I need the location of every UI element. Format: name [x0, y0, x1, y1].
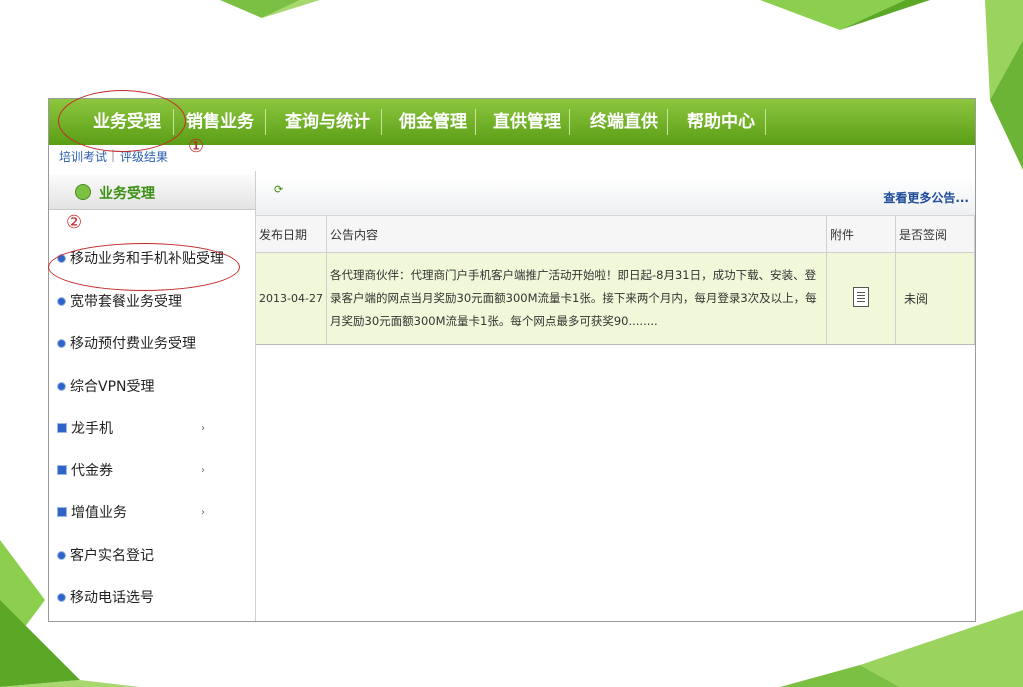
nav-separator	[569, 109, 570, 135]
play-circle-icon	[75, 184, 91, 200]
column-header: 发布日期	[256, 216, 327, 253]
highlight-ellipse-nav	[58, 90, 186, 152]
sidebar-item-label: 龙手机	[71, 421, 113, 437]
dot-bullet-icon	[57, 381, 66, 391]
sidebar-item-label: 移动电话选号	[70, 590, 154, 606]
table-header-row: 发布日期 公告内容 附件 是否签阅	[256, 216, 975, 253]
dot-bullet-icon	[57, 338, 66, 348]
attachment-cell	[826, 252, 896, 345]
notice-header: ⟳ 查看更多公告...	[256, 177, 975, 216]
subnav-training-link[interactable]: 培训考试	[59, 148, 107, 165]
notice-panel: ⟳ 查看更多公告... 发布日期 公告内容 附件 是否签阅 2013-04-27…	[256, 171, 975, 621]
square-bullet-icon	[57, 507, 67, 517]
nav-separator	[765, 109, 766, 135]
sidebar-item-dragon-phone[interactable]: 龙手机	[57, 418, 113, 440]
submenu-arrow-icon: ›	[201, 507, 205, 518]
nav-item-help[interactable]: 帮助中心	[687, 108, 755, 136]
document-icon[interactable]	[853, 287, 869, 307]
sidebar-item-voucher[interactable]: 代金券	[57, 460, 113, 482]
sidebar-item-broadband[interactable]: 宽带套餐业务受理	[57, 291, 182, 313]
sidebar-item-label: 代金券	[71, 463, 113, 479]
sidebar-item-label: 综合VPN受理	[70, 379, 155, 395]
notice-date: 2013-04-27	[256, 252, 327, 345]
sidebar-item-label: 宽带套餐业务受理	[70, 294, 182, 310]
dot-bullet-icon	[57, 550, 66, 560]
more-notices-link[interactable]: 查看更多公告...	[883, 189, 969, 206]
column-header: 附件	[826, 216, 896, 253]
nav-separator	[381, 109, 382, 135]
notice-table: 发布日期 公告内容 附件 是否签阅 2013-04-27 各代理商伙伴：代理商门…	[256, 216, 975, 345]
table-row[interactable]: 2013-04-27 各代理商伙伴：代理商门户手机客户端推广活动开始啦！即日起-…	[256, 252, 975, 345]
sidebar-item-label: 移动预付费业务受理	[70, 336, 196, 352]
submenu-arrow-icon: ›	[201, 423, 205, 434]
nav-item-commission[interactable]: 佣金管理	[399, 108, 467, 136]
nav-item-direct-supply[interactable]: 直供管理	[493, 108, 561, 136]
nav-item-terminal-supply[interactable]: 终端直供	[590, 108, 658, 136]
refresh-icon[interactable]: ⟳	[274, 183, 283, 196]
annotation-mark-2: ②	[66, 212, 83, 233]
sidebar-item-number-select[interactable]: 移动电话选号	[57, 587, 154, 609]
highlight-ellipse-menu	[48, 243, 240, 291]
dot-bullet-icon	[57, 296, 66, 306]
read-status: 未阅	[895, 252, 975, 345]
left-sidebar: 业务受理 移动业务和手机补贴受理 宽带套餐业务受理 移动预付费业务受理 综合VP…	[49, 171, 256, 621]
sidebar-item-vpn[interactable]: 综合VPN受理	[57, 376, 155, 398]
sidebar-item-value-added[interactable]: 增值业务	[57, 502, 127, 524]
nav-item-sales[interactable]: 销售业务	[186, 108, 254, 136]
app-window: 业务受理 销售业务 查询与统计 佣金管理 直供管理 终端直供 帮助中心 培训考试…	[48, 98, 976, 622]
nav-separator	[265, 109, 266, 135]
nav-separator	[667, 109, 668, 135]
sidebar-item-real-name[interactable]: 客户实名登记	[57, 545, 154, 567]
column-header: 公告内容	[326, 216, 827, 253]
submenu-arrow-icon: ›	[201, 465, 205, 476]
sidebar-header[interactable]: 业务受理	[49, 175, 255, 210]
notice-content-link[interactable]: 各代理商伙伴：代理商门户手机客户端推广活动开始啦！即日起-8月31日，成功下载、…	[326, 252, 827, 345]
sidebar-item-label: 客户实名登记	[70, 548, 154, 564]
nav-item-query[interactable]: 查询与统计	[285, 108, 370, 136]
sidebar-item-prepaid[interactable]: 移动预付费业务受理	[57, 333, 196, 355]
sidebar-title: 业务受理	[99, 186, 155, 202]
square-bullet-icon	[57, 423, 67, 433]
nav-separator	[475, 109, 476, 135]
annotation-mark-1: ①	[188, 136, 205, 157]
column-header: 是否签阅	[895, 216, 975, 253]
square-bullet-icon	[57, 465, 67, 475]
dot-bullet-icon	[57, 592, 66, 602]
sidebar-item-label: 增值业务	[71, 505, 127, 521]
